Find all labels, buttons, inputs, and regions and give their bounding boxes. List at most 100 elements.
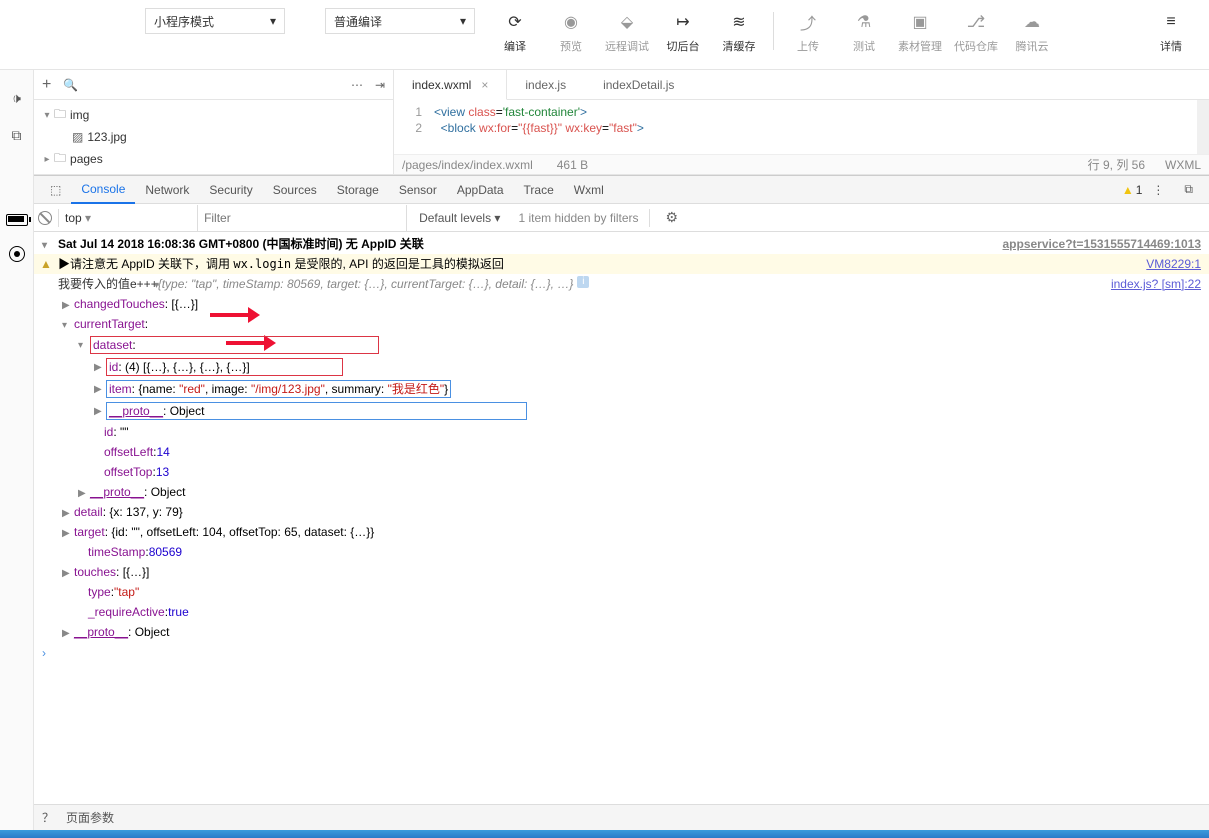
clear-console-icon[interactable]: [38, 211, 52, 225]
cloud-icon: ☁: [1024, 8, 1040, 36]
folder-icon: 🗀: [54, 149, 66, 170]
tab-sensor[interactable]: Sensor: [389, 176, 447, 204]
tab-storage[interactable]: Storage: [327, 176, 389, 204]
compile-button[interactable]: ⟳编译: [487, 8, 543, 54]
git-icon: ⎇: [967, 8, 985, 36]
tab-trace[interactable]: Trace: [514, 176, 564, 204]
record-icon: [9, 246, 25, 262]
tab-security[interactable]: Security: [199, 176, 262, 204]
dock-icon[interactable]: ⧉: [1174, 176, 1203, 204]
object-property[interactable]: ▶detail: {x: 137, y: 79}: [34, 502, 1209, 522]
mode-select[interactable]: 小程序模式▾: [145, 8, 285, 34]
tencent-cloud-button[interactable]: ☁腾讯云: [1004, 8, 1060, 54]
inspect-icon[interactable]: ⬚: [40, 176, 71, 204]
console-line: ▾Sat Jul 14 2018 16:08:36 GMT+0800 (中国标准…: [34, 234, 1209, 254]
os-taskbar: [0, 830, 1209, 838]
folder-icon: 🗀: [54, 105, 66, 126]
tab-indexdetail-js[interactable]: indexDetail.js: [585, 70, 693, 99]
add-icon[interactable]: +: [42, 76, 51, 94]
object-property[interactable]: ▾currentTarget:: [34, 314, 1209, 334]
remote-debug-button[interactable]: ⬙远程调试: [599, 8, 655, 54]
devtools-panel: ⬚ Console Network Security Sources Stora…: [34, 175, 1209, 804]
object-property: offsetLeft: 14: [34, 442, 1209, 462]
object-property: type: "tap": [34, 582, 1209, 602]
image-file-icon: ▨: [72, 130, 83, 144]
clear-cache-button[interactable]: ≋清缓存: [711, 8, 767, 54]
refresh-icon: ⟳: [508, 8, 521, 36]
console-log: 我要传入的值e+++ ▾{type: "tap", timeStamp: 805…: [34, 274, 1209, 294]
collapse-icon[interactable]: ⇥: [375, 78, 385, 92]
file-tree: + 🔍 ⋯ ⇥ ▾🗀img ▨123.jpg ▸🗀pages: [34, 70, 394, 174]
left-sidebar: 🕩 ⧉: [0, 70, 34, 830]
status-lang: WXML: [1165, 158, 1201, 172]
object-property[interactable]: ▶item: {name: "red", image: "/img/123.jp…: [34, 378, 1209, 400]
flask-icon: ⚗: [857, 8, 871, 36]
close-icon[interactable]: ×: [481, 78, 488, 92]
tab-sources[interactable]: Sources: [263, 176, 327, 204]
tree-folder-img[interactable]: ▾🗀img: [34, 104, 393, 126]
console-prompt[interactable]: ›: [34, 642, 1209, 664]
background-button[interactable]: ↦切后台: [655, 8, 711, 54]
object-property: id: "": [34, 422, 1209, 442]
compile-mode-select[interactable]: 普通编译▾: [325, 8, 475, 34]
details-button[interactable]: ≡详情: [1143, 8, 1199, 54]
upload-icon: ⤴: [800, 8, 816, 36]
status-path: /pages/index/index.wxml: [402, 158, 533, 172]
object-property: timeStamp: 80569: [34, 542, 1209, 562]
tab-network[interactable]: Network: [135, 176, 199, 204]
exit-icon: ↦: [676, 8, 689, 36]
status-position: 行 9, 列 56: [1088, 156, 1145, 173]
kebab-icon[interactable]: ⋮: [1142, 176, 1174, 204]
tab-appdata[interactable]: AppData: [447, 176, 514, 204]
object-property: offsetTop: 13: [34, 462, 1209, 482]
console-warning: ▲▶请注意无 AppID 关联下，调用 wx.login 是受限的, API 的…: [34, 254, 1209, 274]
tab-index-wxml[interactable]: index.wxml×: [394, 70, 507, 100]
search-icon[interactable]: 🔍: [63, 78, 78, 92]
battery-icon: [6, 214, 28, 226]
source-link[interactable]: index.js? [sm]:22: [1101, 276, 1201, 292]
code-area[interactable]: 1<view class='fast-container'> 2 <block …: [394, 100, 1209, 154]
page-params-button[interactable]: 页面参数: [66, 809, 114, 826]
object-property[interactable]: ▶__proto__: Object: [34, 622, 1209, 642]
console-output[interactable]: ▾Sat Jul 14 2018 16:08:36 GMT+0800 (中国标准…: [34, 232, 1209, 804]
test-button[interactable]: ⚗测试: [836, 8, 892, 54]
object-property[interactable]: ▶__proto__: Object: [34, 400, 1209, 422]
material-button[interactable]: ▣素材管理: [892, 8, 948, 54]
tab-wxml[interactable]: Wxml: [564, 176, 614, 204]
hidden-items-text: 1 item hidden by filters: [518, 211, 638, 225]
sound-icon[interactable]: 🕩: [12, 90, 21, 107]
eye-icon: ◉: [564, 8, 578, 36]
warning-count[interactable]: ▲1: [1122, 183, 1143, 197]
code-repo-button[interactable]: ⎇代码仓库: [948, 8, 1004, 54]
status-size: 461 B: [557, 158, 588, 172]
log-level-select[interactable]: Default levels ▾: [413, 211, 506, 225]
bottom-bar: ？ 页面参数: [34, 804, 1209, 830]
object-property[interactable]: ▾dataset:: [34, 334, 1209, 356]
gear-icon[interactable]: ⚙: [660, 209, 685, 226]
object-property[interactable]: ▶id: (4) [{…}, {…}, {…}, {…}]: [34, 356, 1209, 378]
upload-button[interactable]: ⤴上传: [780, 8, 836, 54]
object-property[interactable]: ▶touches: [{…}]: [34, 562, 1209, 582]
tab-index-js[interactable]: index.js: [507, 70, 585, 99]
context-select[interactable]: top ▾: [65, 211, 191, 225]
preview-button[interactable]: ◉预览: [543, 8, 599, 54]
tab-console[interactable]: Console: [71, 176, 135, 204]
image-icon: ▣: [912, 8, 927, 36]
object-property[interactable]: ▶changedTouches: [{…}]: [34, 294, 1209, 314]
object-property[interactable]: ▶__proto__: Object: [34, 482, 1209, 502]
filter-input[interactable]: [197, 205, 407, 231]
tree-file-123[interactable]: ▨123.jpg: [34, 126, 393, 148]
tree-folder-pages[interactable]: ▸🗀pages: [34, 148, 393, 170]
source-link[interactable]: VM8229:1: [1136, 256, 1201, 272]
object-property[interactable]: ▶target: {id: "", offsetLeft: 104, offse…: [34, 522, 1209, 542]
info-icon: i: [577, 276, 589, 288]
help-button[interactable]: ？: [42, 809, 54, 826]
layers-icon: ≋: [732, 8, 745, 36]
toolbar: 小程序模式▾ 普通编译▾ ⟳编译 ◉预览 ⬙远程调试 ↦切后台 ≋清缓存 ⤴上传…: [0, 0, 1209, 70]
warning-icon: ▲: [1122, 183, 1134, 197]
object-property: _requireActive: true: [34, 602, 1209, 622]
source-link[interactable]: appservice?t=1531555714469:1013: [993, 236, 1202, 252]
more-icon[interactable]: ⋯: [351, 78, 363, 92]
code-editor: index.wxml× index.js indexDetail.js 1<vi…: [394, 70, 1209, 174]
panel-icon[interactable]: ⧉: [12, 127, 22, 144]
